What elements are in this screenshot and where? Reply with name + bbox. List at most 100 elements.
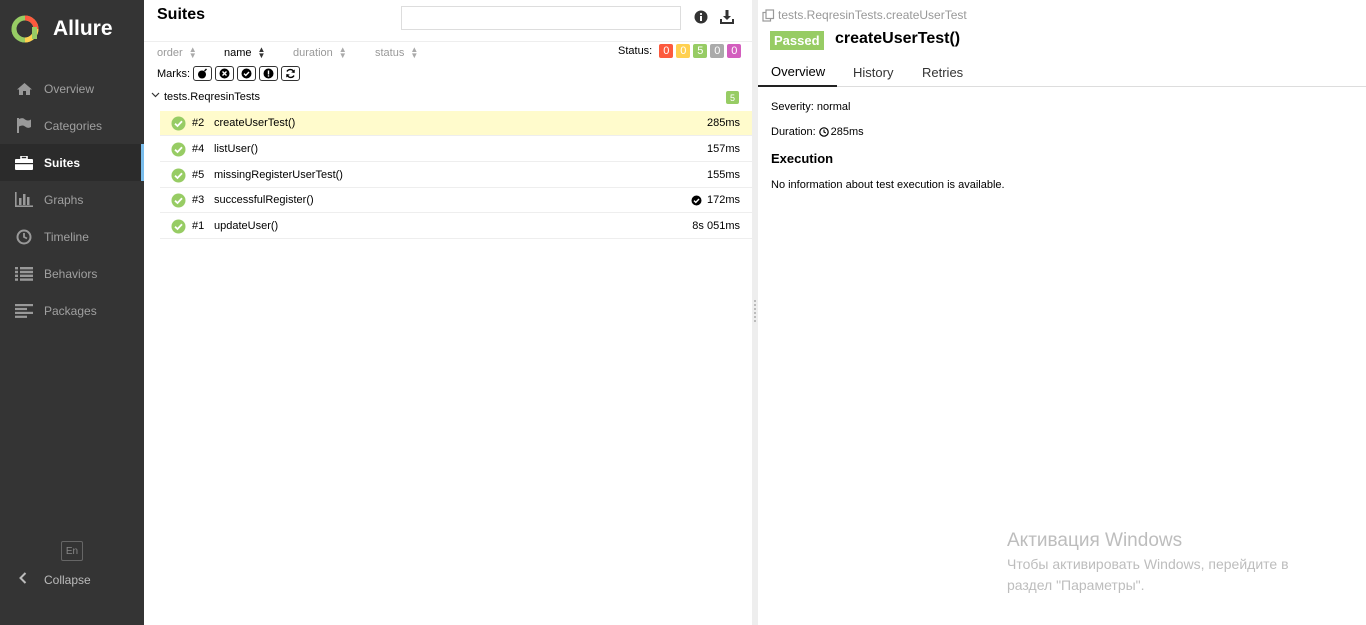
collapse-label: Collapse — [44, 573, 91, 587]
new-broken-mark-toggle[interactable] — [259, 66, 278, 81]
status-filter: Status: 0 0 5 0 0 — [618, 44, 742, 58]
skipped-count-toggle[interactable]: 0 — [710, 44, 725, 58]
sidebar-item-suites[interactable]: Suites — [0, 144, 144, 181]
test-duration: 172ms — [706, 194, 740, 206]
breadcrumb: tests.ReqresinTests.createUserTest — [762, 8, 967, 22]
suites-pane: Suites order ▲ ▼ name ▲ ▼ duration ▲ ▼ stat… — [144, 0, 752, 625]
copy-icon[interactable] — [762, 8, 775, 22]
test-duration: 155ms — [706, 169, 740, 181]
passed-status-icon — [171, 116, 186, 130]
list-icon — [0, 266, 44, 281]
clock-icon — [0, 229, 44, 245]
sorter-label: order — [157, 47, 183, 59]
sort-by-duration[interactable]: duration ▲ ▼ — [293, 46, 375, 60]
sort-arrows-icon: ▲ ▼ — [338, 45, 347, 60]
sort-arrows-icon: ▲ ▼ — [410, 45, 419, 60]
sort-by-name[interactable]: name ▲ ▼ — [224, 46, 293, 60]
sorter-label: status — [375, 47, 405, 59]
collapse-button[interactable]: Collapse — [0, 568, 144, 592]
unknown-count-toggle[interactable]: 0 — [727, 44, 742, 58]
watermark-line: раздел "Параметры". — [1007, 577, 1145, 593]
sort-arrows-icon: ▲ ▼ — [188, 45, 197, 60]
test-number: #3 — [192, 194, 205, 206]
tab-retries[interactable]: Retries — [922, 58, 963, 87]
test-row[interactable]: #1 updateUser() 8s 051ms — [160, 214, 752, 239]
sort-by-order[interactable]: order ▲ ▼ — [157, 46, 224, 60]
passed-status-icon — [171, 219, 186, 233]
sidebar-item-graphs[interactable]: Graphs — [0, 181, 144, 218]
sidebar-item-label: Graphs — [44, 192, 84, 207]
failed-count-toggle[interactable]: 0 — [659, 44, 674, 58]
download-icon[interactable] — [719, 9, 735, 28]
execution-heading: Execution — [771, 151, 834, 166]
test-number: #1 — [192, 220, 205, 232]
duration-value: 285ms — [830, 126, 864, 138]
times-circle-icon — [219, 68, 230, 79]
sidebar-item-overview[interactable]: Overview — [0, 70, 144, 107]
sidebar-item-label: Overview — [44, 81, 95, 96]
sidebar-item-timeline[interactable]: Timeline — [0, 218, 144, 255]
allure-report: Allure Overview Categories Suites Graphs — [0, 0, 1366, 625]
status-badge: Passed — [770, 31, 824, 50]
duration-label: Duration: — [771, 126, 816, 138]
test-title: createUserTest() — [835, 30, 961, 47]
clock-icon — [818, 127, 829, 137]
test-row[interactable]: #2 createUserTest() 285ms — [160, 111, 752, 136]
test-name: createUserTest() — [214, 117, 296, 129]
suite-group-name: tests.ReqresinTests — [164, 91, 260, 103]
tab-overview[interactable]: Overview — [758, 58, 837, 87]
test-number: #5 — [192, 169, 205, 181]
pane-title: Suites — [157, 6, 206, 23]
broken-count-toggle[interactable]: 0 — [676, 44, 691, 58]
test-name: successfulRegister() — [214, 194, 314, 206]
briefcase-icon — [0, 155, 44, 170]
sorter-label: name — [224, 47, 252, 59]
suite-group[interactable]: tests.ReqresinTests 5 — [144, 87, 752, 109]
sort-by-status[interactable]: status ▲ ▼ — [375, 46, 435, 60]
new-passed-mark-toggle[interactable] — [237, 66, 256, 81]
sidebar-item-categories[interactable]: Categories — [0, 107, 144, 144]
info-icon[interactable] — [694, 10, 708, 27]
status-label: Status: — [618, 45, 653, 57]
sidebar-item-label: Packages — [44, 303, 97, 318]
severity-text: Severity: normal — [771, 101, 851, 113]
watermark-title: Активация Windows — [1007, 530, 1183, 551]
test-name: listUser() — [214, 143, 258, 155]
language-switch[interactable]: En — [61, 541, 83, 561]
home-icon — [0, 82, 44, 96]
sidebar-item-label: Suites — [44, 155, 81, 170]
sidebar-item-behaviors[interactable]: Behaviors — [0, 255, 144, 292]
allure-logo-icon — [11, 15, 39, 43]
test-number: #4 — [192, 143, 205, 155]
new-failed-mark-toggle[interactable] — [215, 66, 234, 81]
sidebar-item-label: Timeline — [44, 229, 89, 244]
brand-name: Allure — [53, 17, 113, 40]
sidebar-item-label: Categories — [44, 118, 103, 133]
test-name: updateUser() — [214, 220, 279, 232]
test-duration: 157ms — [706, 143, 740, 155]
retries-mark-toggle[interactable] — [281, 66, 300, 81]
test-row[interactable]: #5 missingRegisterUserTest() 155ms — [160, 163, 752, 188]
passed-count-toggle[interactable]: 5 — [693, 44, 708, 58]
tab-history[interactable]: History — [853, 58, 893, 87]
drag-handle-icon — [754, 300, 756, 324]
test-duration: 285ms — [706, 117, 740, 129]
check-circle-icon — [691, 195, 702, 206]
sidebar-item-packages[interactable]: Packages — [0, 292, 144, 329]
breadcrumb-text: tests.ReqresinTests.createUserTest — [778, 8, 967, 22]
flaky-mark-toggle[interactable] — [193, 66, 212, 81]
search-input[interactable] — [401, 6, 681, 30]
test-row[interactable]: #3 successfulRegister() 172ms — [160, 188, 752, 213]
marks-filter: Marks: — [157, 66, 300, 81]
details-tabs: Overview History Retries — [758, 58, 1366, 87]
passed-status-icon — [171, 168, 186, 182]
chevron-down-icon — [151, 90, 160, 101]
execution-info: No information about test execution is a… — [771, 179, 1005, 191]
watermark-line: Чтобы активировать Windows, перейдите в — [1007, 556, 1289, 572]
test-row[interactable]: #4 listUser() 157ms — [160, 137, 752, 162]
passed-status-icon — [171, 142, 186, 156]
align-left-icon — [0, 303, 44, 318]
chevron-left-icon — [0, 571, 44, 589]
flag-icon — [0, 118, 44, 133]
duration-row: Duration: 285ms — [771, 126, 864, 138]
